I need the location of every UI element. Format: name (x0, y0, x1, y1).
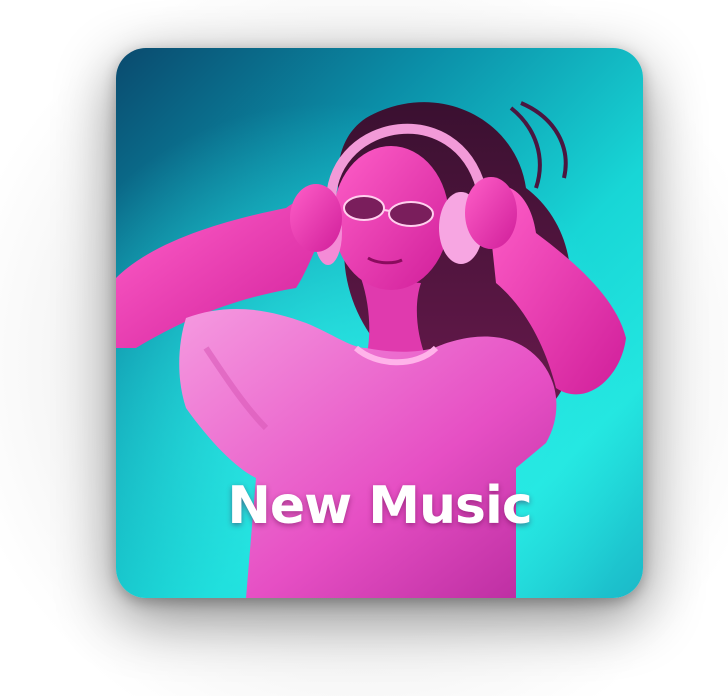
new-music-card[interactable]: New Music (116, 48, 643, 598)
card-title: New Music (227, 476, 532, 536)
neck (361, 278, 426, 358)
left-hand (290, 184, 342, 252)
right-hand (465, 177, 517, 249)
page-background: New Music (0, 0, 728, 696)
